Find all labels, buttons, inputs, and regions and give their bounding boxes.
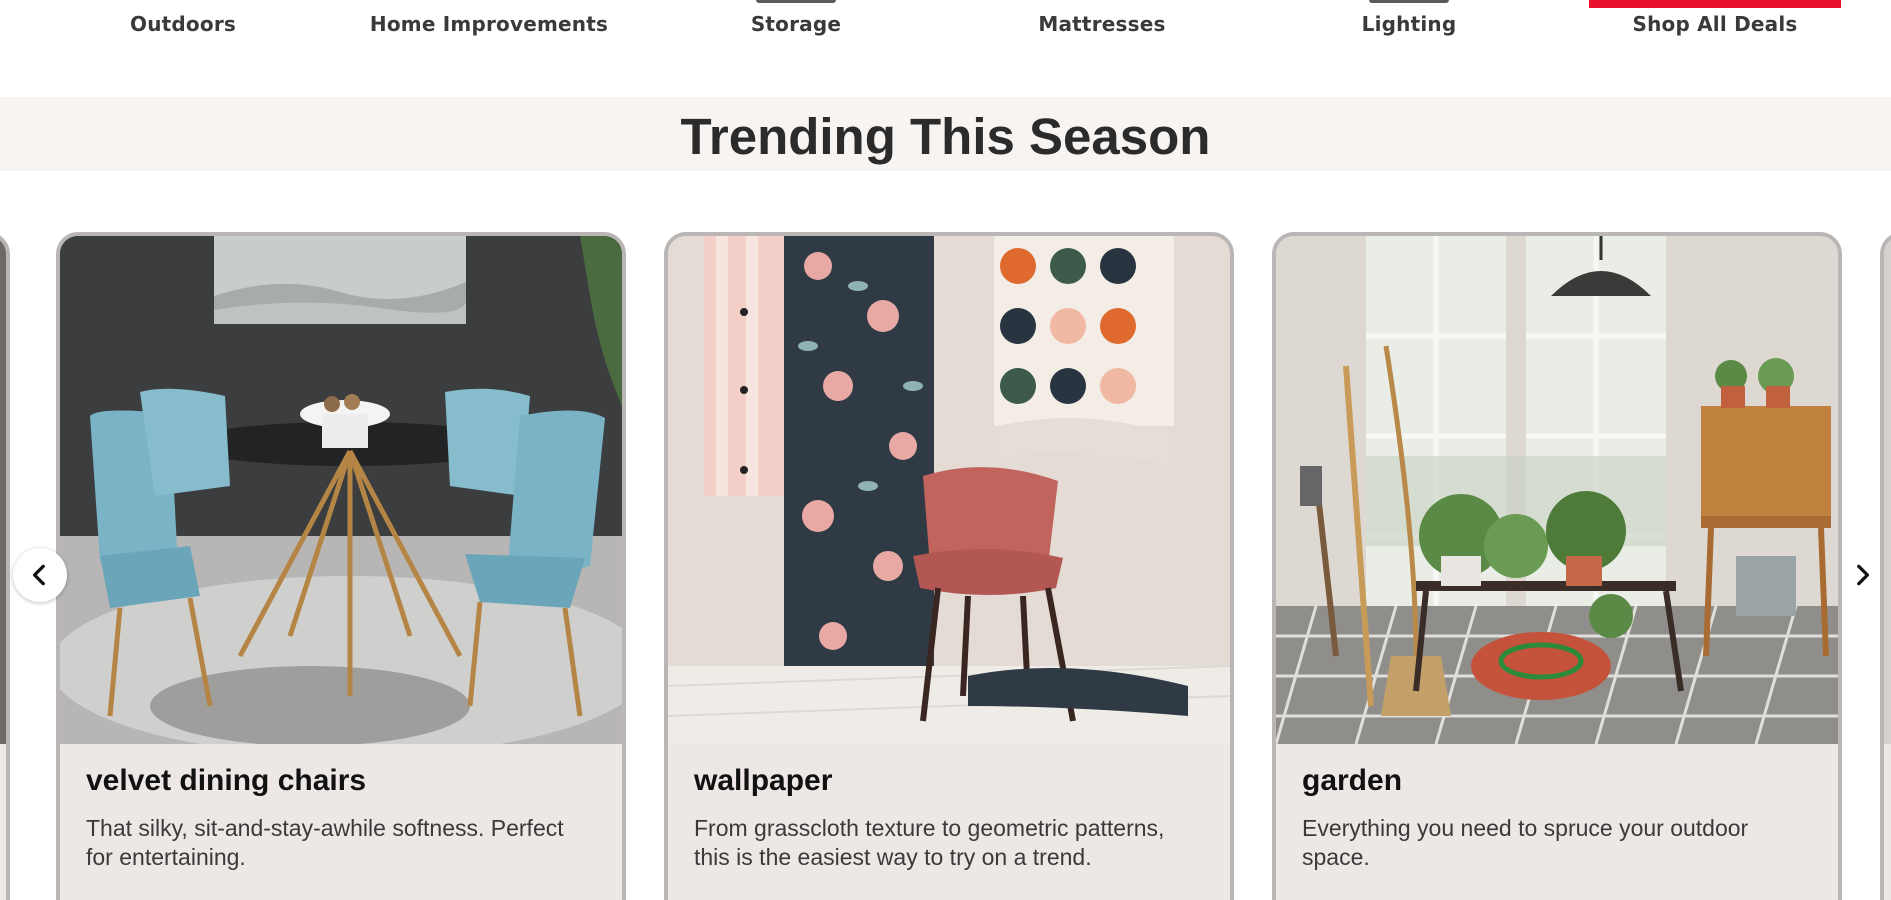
category-thumbnail xyxy=(756,0,836,3)
category-label: Home Improvements xyxy=(369,12,609,36)
category-nav: Outdoors Home Improvements Storage Mattr… xyxy=(0,0,1891,62)
category-mattresses[interactable]: Mattresses xyxy=(982,0,1222,40)
deals-highlight-bar xyxy=(1589,0,1841,8)
card-title: garden xyxy=(1302,764,1403,797)
page: Outdoors Home Improvements Storage Mattr… xyxy=(0,0,1891,900)
chevron-left-icon xyxy=(32,564,45,586)
section-title: Trending This Season xyxy=(680,108,1211,165)
card-title: wallpaper xyxy=(694,764,833,797)
category-thumbnail xyxy=(1369,0,1449,3)
section-header: Trending This Season xyxy=(0,97,1891,171)
category-lighting[interactable]: Lighting xyxy=(1289,0,1529,40)
card-description: Everything you need to spruce your outdo… xyxy=(1302,815,1749,870)
category-label: Shop All Deals xyxy=(1632,12,1798,36)
category-shop-all-deals[interactable]: Shop All Deals xyxy=(1589,0,1841,40)
chevron-right-icon xyxy=(1857,564,1870,586)
category-outdoors[interactable]: Outdoors xyxy=(63,0,303,40)
card-description: That silky, sit-and-stay-awhile softness… xyxy=(86,815,564,870)
card-image xyxy=(0,236,6,744)
dining-room-photo xyxy=(60,236,622,744)
trending-carousel: velvet dining chairs That silky, sit-and… xyxy=(0,228,1891,900)
carousel-card[interactable]: garden Everything you need to spruce you… xyxy=(1272,232,1842,900)
category-label: Outdoors xyxy=(130,12,236,36)
carousel-prev-button[interactable] xyxy=(13,548,67,602)
card-image xyxy=(1884,236,1891,744)
category-label: Mattresses xyxy=(1038,12,1166,36)
carousel-card[interactable]: velvet dining chairs That silky, sit-and… xyxy=(56,232,626,900)
category-label: Lighting xyxy=(1361,12,1457,36)
card-description: From grasscloth texture to geometric pat… xyxy=(694,815,1165,870)
garden-photo xyxy=(1276,236,1838,744)
category-home-improvements[interactable]: Home Improvements xyxy=(369,0,609,40)
carousel-card-partial[interactable] xyxy=(0,232,10,900)
carousel-card[interactable]: wallpaper From grasscloth texture to geo… xyxy=(664,232,1234,900)
category-label: Storage xyxy=(750,12,842,36)
wallpaper-photo xyxy=(668,236,1230,744)
card-title: velvet dining chairs xyxy=(86,764,367,797)
category-storage[interactable]: Storage xyxy=(676,0,916,40)
carousel-next-button[interactable] xyxy=(1835,548,1889,602)
